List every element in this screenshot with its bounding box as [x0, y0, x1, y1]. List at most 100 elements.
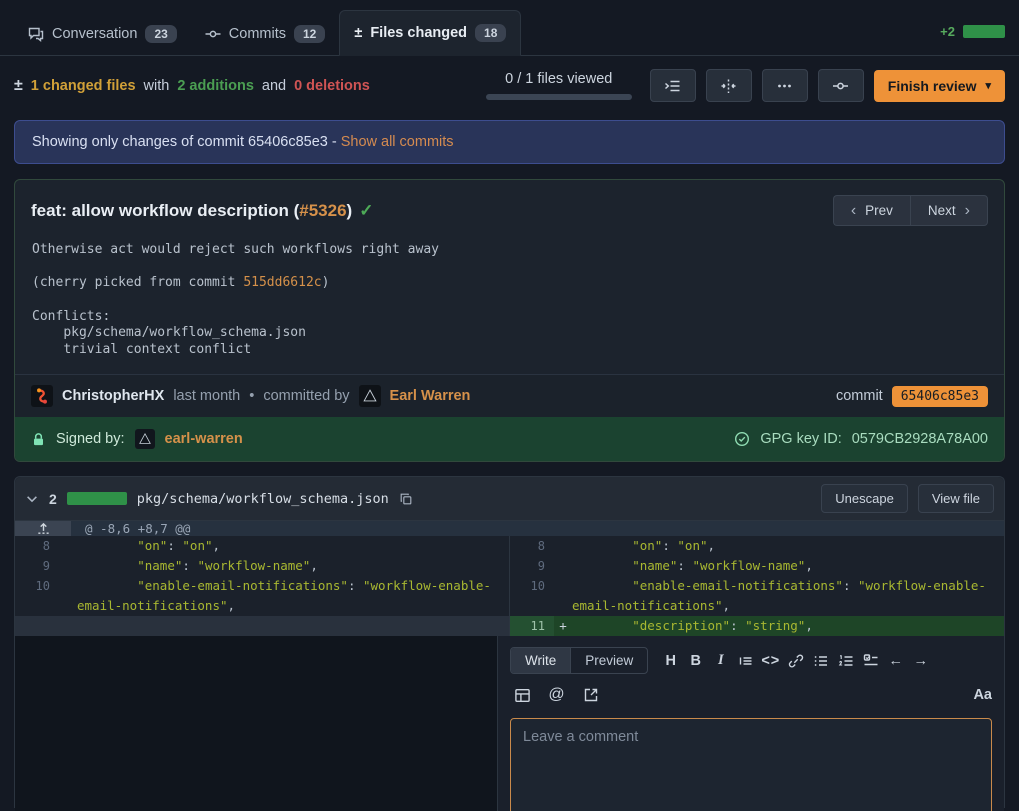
commits-dropdown-button[interactable]: [818, 69, 864, 102]
finish-review-button[interactable]: Finish review ▾: [874, 70, 1005, 102]
author-link[interactable]: ChristopherHX: [62, 388, 164, 404]
tab-commits[interactable]: Commits 12: [191, 12, 340, 56]
tab-commits-label: Commits: [229, 26, 286, 42]
changed-files-link[interactable]: 1 changed files: [31, 78, 136, 94]
files-viewed-label: 0 / 1 files viewed: [505, 71, 612, 87]
file-change-count: 2: [49, 491, 57, 507]
comment-input[interactable]: [510, 718, 992, 811]
pr-tab-bar: Conversation 23 Commits 12 ± Files chang…: [0, 0, 1019, 56]
next-commit-button[interactable]: Next ›: [910, 195, 988, 226]
file-path: pkg/schema/workflow_schema.json: [137, 491, 389, 507]
prev-label: Prev: [865, 203, 893, 218]
punct: :: [677, 558, 692, 573]
italic-icon[interactable]: I: [708, 649, 733, 673]
signer-link[interactable]: earl-warren: [165, 431, 243, 447]
heading-icon[interactable]: H: [658, 649, 683, 673]
tab-files-changed[interactable]: ± Files changed 18: [339, 10, 521, 56]
link-icon[interactable]: [783, 649, 808, 673]
code-line: "name": "workflow-name",: [77, 556, 509, 576]
verified-badge-icon: [734, 431, 750, 447]
punct: :: [182, 558, 197, 573]
bold-icon[interactable]: B: [683, 649, 708, 673]
diff-row-added: 11 + "description": "string",: [15, 616, 1004, 636]
punct: ,: [805, 558, 813, 573]
finish-review-label: Finish review: [888, 78, 977, 94]
line-sign: [554, 556, 572, 576]
mention-icon[interactable]: @: [544, 683, 569, 707]
line-number-new[interactable]: 9: [510, 556, 554, 576]
committer-link[interactable]: Earl Warren: [390, 388, 471, 404]
punct: ,: [310, 558, 318, 573]
file-diff-stats-bar: [67, 492, 127, 505]
author-avatar[interactable]: [31, 385, 53, 407]
unescape-button[interactable]: Unescape: [821, 484, 908, 513]
diff-stats-bar: [963, 25, 1005, 38]
line-number-old[interactable]: 9: [15, 556, 59, 576]
expand-hunk-button[interactable]: [15, 521, 71, 536]
commit-sha-badge[interactable]: 65406c85e3: [892, 386, 988, 407]
gpg-key-id: 0579CB2928A78A00: [852, 431, 988, 447]
table-icon[interactable]: [510, 683, 535, 707]
issue-link[interactable]: #5326: [299, 201, 346, 220]
ordered-list-icon[interactable]: [833, 649, 858, 673]
commits-count-badge: 12: [294, 25, 325, 43]
punct: :: [662, 538, 677, 553]
line-sign: [59, 536, 77, 556]
file-tree-toggle-button[interactable]: [650, 69, 696, 102]
committed-by-label: committed by: [263, 388, 349, 404]
line-number-new[interactable]: 10: [510, 576, 554, 616]
punct: :: [843, 578, 858, 593]
prev-commit-button[interactable]: ‹ Prev: [833, 195, 910, 226]
diff-icon: ±: [14, 77, 23, 95]
redo-icon[interactable]: →: [908, 649, 933, 673]
empty-diff-cell: [15, 636, 497, 811]
view-file-button[interactable]: View file: [918, 484, 994, 513]
diff-stats-summary: +2: [940, 24, 1005, 39]
line-number-old[interactable]: 8: [15, 536, 59, 556]
hunk-header-text: @ -8,6 +8,7 @@: [71, 521, 190, 536]
commit-title-text: ): [347, 201, 353, 220]
punct: :: [167, 538, 182, 553]
diff-row: 10 "enable-email-notifications": "workfl…: [15, 576, 1004, 616]
commit-label: commit: [836, 388, 883, 404]
json-key: "name": [572, 558, 677, 573]
show-all-commits-link[interactable]: Show all commits: [341, 134, 454, 150]
json-value: "on": [677, 538, 707, 553]
chevron-down-icon[interactable]: [25, 492, 39, 506]
signer-avatar[interactable]: [135, 429, 155, 449]
single-commit-banner: Showing only changes of commit 65406c85e…: [14, 120, 1005, 164]
undo-icon[interactable]: ←: [883, 649, 908, 673]
punct: :: [348, 578, 363, 593]
copy-path-icon[interactable]: [399, 492, 413, 506]
commit-message: Otherwise act would reject such workflow…: [15, 238, 1004, 374]
unordered-list-icon[interactable]: [808, 649, 833, 673]
json-value: "workflow-name": [692, 558, 805, 573]
whitespace-options-button[interactable]: [706, 69, 752, 102]
added-sign: +: [554, 616, 572, 636]
code-icon[interactable]: <>: [758, 649, 783, 673]
reference-icon[interactable]: [578, 683, 603, 707]
files-changed-count-badge: 18: [475, 24, 506, 42]
line-number-old[interactable]: 10: [15, 576, 59, 616]
line-number-new[interactable]: 11: [510, 616, 554, 636]
code-line: "on": "on",: [77, 536, 509, 556]
summary-text: with: [144, 78, 170, 94]
lock-icon: [31, 432, 46, 447]
cherry-pick-commit-link[interactable]: 515dd6612c: [243, 275, 321, 290]
font-toggle-button[interactable]: Aa: [973, 687, 992, 703]
inline-comment-row: Write Preview H B I <>: [15, 636, 1004, 811]
punct: ,: [805, 618, 813, 633]
diff-options-button[interactable]: [762, 69, 808, 102]
hunk-header-row: @ -8,6 +8,7 @@: [15, 521, 1004, 536]
file-diff-box: 2 pkg/schema/workflow_schema.json Unesca…: [14, 476, 1005, 808]
write-tab[interactable]: Write: [511, 648, 571, 673]
line-number-new[interactable]: 8: [510, 536, 554, 556]
committer-avatar[interactable]: [359, 385, 381, 407]
json-key: "on": [572, 538, 662, 553]
preview-tab[interactable]: Preview: [570, 648, 647, 673]
task-list-icon[interactable]: [858, 649, 883, 673]
tab-conversation[interactable]: Conversation 23: [14, 12, 191, 56]
empty-line-placeholder: [15, 616, 509, 636]
quote-icon[interactable]: [733, 649, 758, 673]
json-value: "on": [182, 538, 212, 553]
